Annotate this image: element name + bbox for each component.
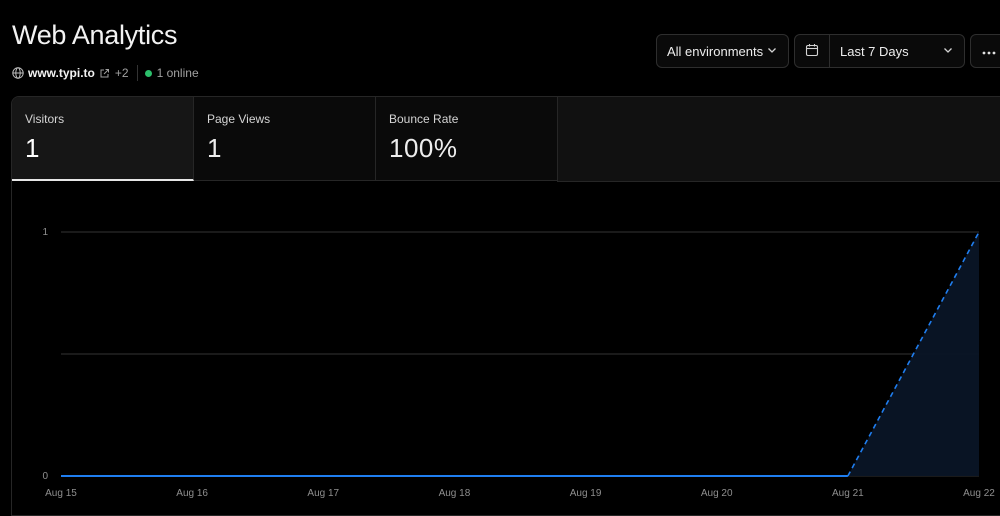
x-tick-label: Aug 20 — [701, 488, 733, 499]
visitors-line-chart: 0 1 Aug 15 Aug 16 Aug 17 Aug 18 Aug 19 Aug 20 Au… — [42, 227, 995, 499]
x-tick-label: Aug 15 — [45, 488, 77, 499]
x-tick-label: Aug 17 — [307, 488, 339, 499]
y-tick-label: 1 — [42, 227, 48, 238]
x-tick-label: Aug 22 — [963, 488, 995, 499]
x-tick-label: Aug 18 — [439, 488, 471, 499]
x-tick-label: Aug 21 — [832, 488, 864, 499]
x-tick-label: Aug 16 — [176, 488, 208, 499]
x-tick-label: Aug 19 — [570, 488, 602, 499]
y-tick-label: 0 — [42, 471, 48, 482]
